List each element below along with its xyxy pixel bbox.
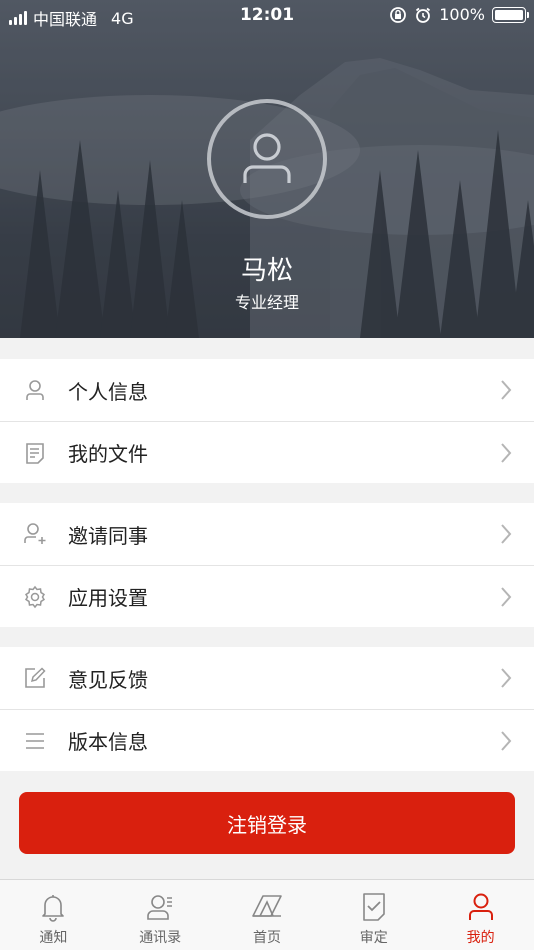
menu-group-team: 邀请同事 应用设置 (0, 503, 534, 627)
menu-item-app-settings[interactable]: 应用设置 (0, 565, 534, 627)
file-icon (22, 440, 48, 466)
gear-icon (22, 584, 48, 610)
tab-home[interactable]: 首页 (214, 880, 321, 950)
battery-icon (492, 6, 529, 23)
tab-me[interactable]: 我的 (427, 880, 534, 950)
user-name: 马松 (240, 256, 293, 286)
menu-item-label: 邀请同事 (68, 523, 148, 548)
menu-item-label: 版本信息 (68, 730, 148, 754)
menu-item-label: 应用设置 (68, 586, 148, 610)
add-person-icon (22, 521, 48, 547)
rotation-lock-icon (390, 6, 407, 23)
menu-item-label: 我的文件 (68, 442, 148, 466)
user-title: 专业经理 (234, 293, 299, 312)
edit-icon (22, 665, 48, 691)
user-placeholder-icon (243, 133, 291, 183)
menu-item-invite-colleague[interactable]: 邀请同事 (0, 503, 534, 565)
menu-group-about: 意见反馈 版本信息 (0, 647, 534, 771)
menu-item-my-files[interactable]: 我的文件 (0, 421, 534, 483)
tab-label: 我的 (466, 930, 495, 946)
profile-header: 中国联通 4G 12:01 100% 马松 专业经理 (0, 0, 534, 338)
menu-item-label: 意见反馈 (68, 667, 148, 692)
avatar[interactable] (207, 99, 327, 219)
contacts-icon (143, 890, 177, 924)
chevron-right-icon (501, 731, 512, 751)
menu-group-account: 个人信息 我的文件 (0, 359, 534, 483)
tab-label: 通讯录 (139, 930, 182, 946)
bell-icon (36, 890, 70, 924)
list-icon (22, 728, 48, 754)
tab-notifications[interactable]: 通知 (0, 880, 107, 950)
status-bar: 中国联通 4G 12:01 100% (0, 0, 534, 32)
chevron-right-icon (501, 380, 512, 400)
menu-item-label: 个人信息 (68, 379, 148, 404)
chevron-right-icon (501, 587, 512, 607)
me-icon (464, 890, 498, 924)
battery-percent: 100% (439, 5, 485, 24)
chevron-right-icon (501, 443, 512, 463)
tab-approve[interactable]: 审定 (320, 880, 427, 950)
tab-label: 审定 (359, 930, 388, 946)
chevron-right-icon (501, 524, 512, 544)
logout-button[interactable]: 注销登录 (19, 792, 515, 854)
tab-contacts[interactable]: 通讯录 (107, 880, 214, 950)
person-icon (22, 377, 48, 403)
chevron-right-icon (501, 668, 512, 688)
tab-label: 通知 (39, 930, 68, 946)
menu-item-personal-info[interactable]: 个人信息 (0, 359, 534, 421)
tab-label: 首页 (252, 930, 281, 946)
menu-item-version-info[interactable]: 版本信息 (0, 709, 534, 771)
tab-bar: 通知 通讯录 首页 审定 我的 (0, 879, 534, 950)
alarm-icon (416, 7, 431, 23)
approve-icon (357, 890, 391, 924)
menu-item-feedback[interactable]: 意见反馈 (0, 647, 534, 709)
home-logo-icon (250, 890, 284, 924)
